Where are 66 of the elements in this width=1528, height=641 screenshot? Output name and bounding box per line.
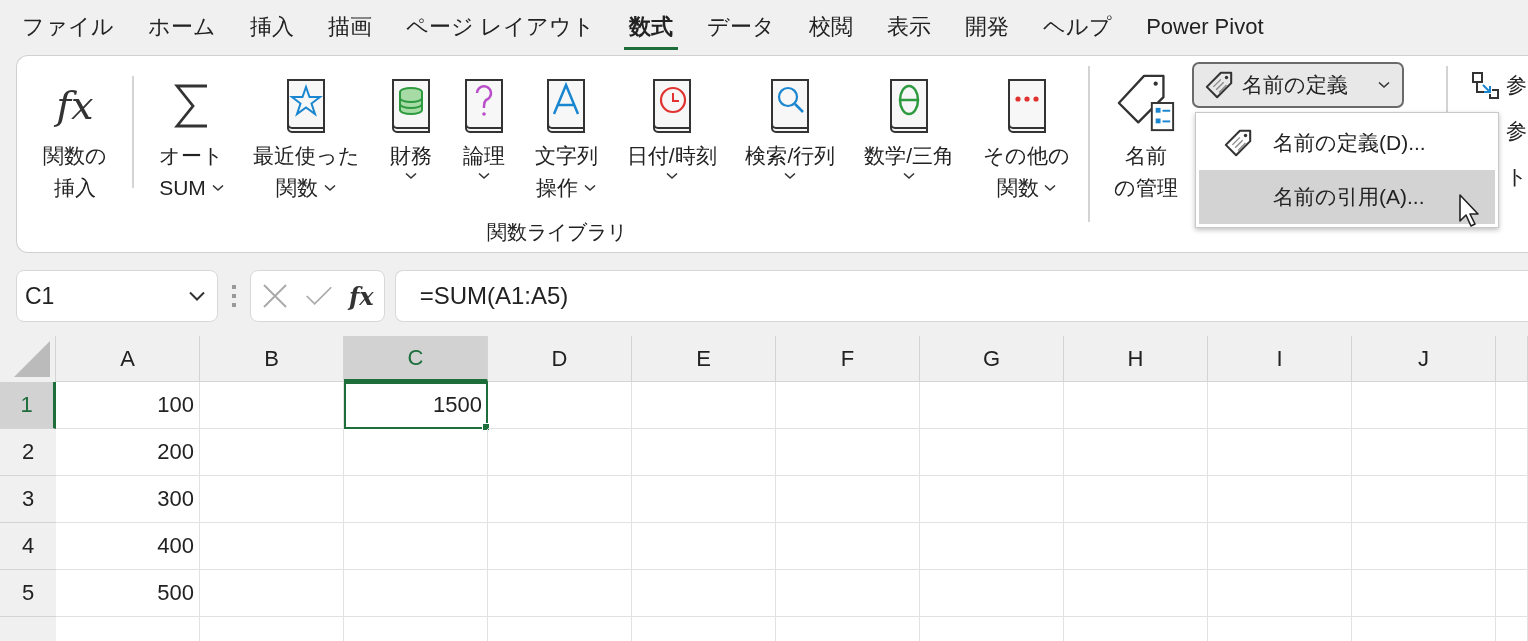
ribbon-tab[interactable]: ヘルプ [1026,0,1130,50]
ribbon-tab[interactable]: Power Pivot [1129,0,1281,50]
grip-icon [232,285,236,307]
column-header[interactable]: A [56,336,200,382]
menu-item[interactable]: 名前の引用(A)... [1199,170,1495,224]
ribbon-tab[interactable]: ホーム [131,0,233,50]
function-button[interactable]: 日付/時刻 [622,72,721,180]
function-button[interactable]: その他の 関数 [979,72,1075,204]
table-cell: 1500 [344,382,488,429]
function-button[interactable]: 数学/三角 [860,72,959,180]
function-button[interactable]: 文字列 操作 [530,72,602,204]
group-label: 関数ライブラリ [485,220,628,245]
table-cell: 400 [56,523,200,570]
ribbon-tab[interactable]: 挿入 [233,0,311,50]
name-manager-button[interactable]: 名前 の管理 [1110,62,1183,252]
row-header[interactable]: 5 [0,570,56,617]
row-header[interactable]: 2 [0,429,56,476]
row-header[interactable]: 4 [0,523,56,570]
chevron-down-icon [1378,81,1391,89]
ribbon-tab[interactable]: 開発 [948,0,1027,50]
table-cell [1496,429,1528,476]
function-button[interactable]: 最近使った 関数 [248,72,364,204]
column-header[interactable]: F [776,336,920,382]
define-name-button[interactable]: 名前の定義 [1192,62,1405,108]
table-cell [1496,570,1528,617]
menu-item[interactable]: 名前の定義(D)... [1199,116,1495,170]
trace-arrow-icon [1470,70,1500,100]
table-cell: 300 [56,476,200,523]
table-cell [1496,476,1528,523]
table-cell [1496,382,1528,429]
column-header[interactable]: E [632,336,776,382]
function-button[interactable]: 検索/行列 [741,72,840,180]
column-header[interactable]: C [344,336,488,382]
column-header[interactable]: I [1208,336,1352,382]
select-all-icon[interactable] [12,339,52,379]
fill-handle[interactable] [482,423,490,431]
chevron-down-icon [189,291,205,301]
column-header[interactable]: J [1352,336,1496,382]
ribbon-tab[interactable]: 表示 [870,0,949,50]
table-cell: 500 [56,570,200,617]
row-header[interactable]: 3 [0,476,56,523]
auditing-button[interactable]: 参 [1470,70,1528,100]
formula-input[interactable]: =SUM(A1:A5) [394,270,1528,322]
table-cell [1496,523,1528,570]
row-header[interactable]: 1 [0,382,56,429]
ribbon-tab[interactable]: ページ レイアウト [389,0,613,50]
column-header[interactable]: G [920,336,1064,382]
column-header[interactable]: B [200,336,344,382]
function-button[interactable]: 財務 [384,72,437,180]
tag-icon [1204,70,1235,100]
insert-function-button[interactable]: fx [349,281,374,311]
tag-icon [1223,128,1253,158]
cancel-icon[interactable] [261,282,289,310]
column-header[interactable]: D [488,336,632,382]
function-button[interactable]: fx 関数の 挿入 [39,72,111,204]
ribbon-tab[interactable]: 校閲 [792,0,871,50]
ribbon-tab[interactable]: ファイル [5,0,131,50]
column-header[interactable] [1496,336,1528,382]
ribbon-tab[interactable]: 描画 [311,0,389,50]
function-button[interactable]: オート SUM [154,72,228,204]
column-header[interactable]: H [1064,336,1208,382]
ribbon-tab[interactable]: データ [690,0,793,50]
table-cell: 200 [56,429,200,476]
function-button[interactable]: 論理 [457,72,510,180]
name-box[interactable]: C1 [16,270,218,322]
table-cell: 100 [56,382,200,429]
